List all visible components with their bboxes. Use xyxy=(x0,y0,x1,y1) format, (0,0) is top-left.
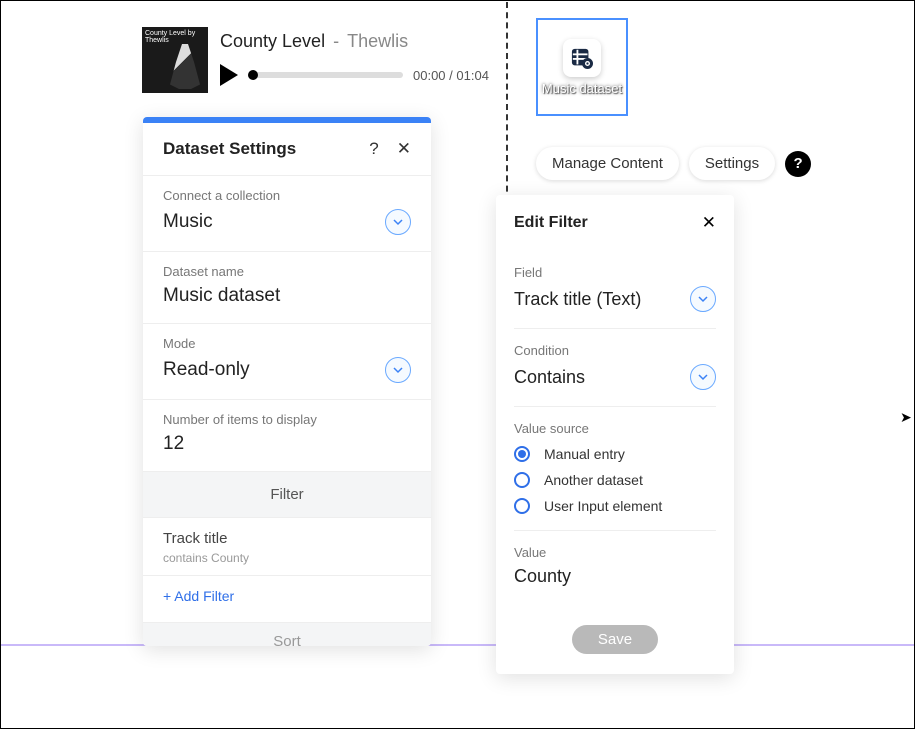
condition-value: Contains xyxy=(514,367,585,388)
items-count-input[interactable]: 12 xyxy=(163,433,411,455)
edit-filter-panel: Edit Filter ✕ Field Track title (Text) C… xyxy=(496,195,734,674)
mode-value: Read-only xyxy=(163,359,250,381)
settings-button[interactable]: Settings xyxy=(689,147,775,180)
chevron-down-icon[interactable] xyxy=(385,209,411,235)
mode-select[interactable]: Read-only xyxy=(163,357,411,383)
edit-filter-title: Edit Filter xyxy=(514,214,588,232)
connect-collection-label: Connect a collection xyxy=(163,188,411,203)
close-icon[interactable]: ✕ xyxy=(702,213,716,233)
toolbar: Manage Content Settings ? xyxy=(536,147,811,180)
radio-icon xyxy=(514,472,530,488)
album-art-figure xyxy=(170,44,200,89)
radio-label: Another dataset xyxy=(544,472,643,488)
dataset-name-input[interactable]: Music dataset xyxy=(163,285,411,307)
mode-label: Mode xyxy=(163,336,411,351)
manage-content-button[interactable]: Manage Content xyxy=(536,147,679,180)
filter-item[interactable]: Track title contains County xyxy=(143,517,431,575)
close-icon[interactable]: ✕ xyxy=(397,139,411,159)
value-label: Value xyxy=(514,545,716,560)
value-input[interactable]: County xyxy=(514,566,716,587)
track-artist: Thewlis xyxy=(347,31,408,52)
track-separator: - xyxy=(333,31,339,52)
connect-collection-select[interactable]: Music xyxy=(163,209,411,235)
chevron-down-icon[interactable] xyxy=(385,357,411,383)
connect-collection-value: Music xyxy=(163,211,213,233)
progress-bar[interactable] xyxy=(248,72,403,78)
chevron-down-icon[interactable] xyxy=(690,286,716,312)
value-source-label: Value source xyxy=(514,421,716,436)
panel-title: Dataset Settings xyxy=(163,139,296,159)
canvas-dataset-label: Music dataset xyxy=(542,81,622,96)
help-button[interactable]: ? xyxy=(785,151,811,177)
radio-icon xyxy=(514,446,530,462)
radio-label: Manual entry xyxy=(544,446,625,462)
filter-item-subtitle: contains County xyxy=(163,551,411,565)
chevron-down-icon[interactable] xyxy=(690,364,716,390)
sort-section-header: Sort xyxy=(143,622,431,646)
save-button[interactable]: Save xyxy=(572,625,658,654)
condition-select[interactable]: Contains xyxy=(514,364,716,390)
album-art-text: County Level by Thewlis xyxy=(145,30,195,44)
filter-section-header: Filter xyxy=(143,471,431,517)
items-count-label: Number of items to display xyxy=(163,412,411,427)
canvas-dataset-element[interactable]: Music dataset xyxy=(536,18,628,116)
time-display: 00:00 / 01:04 xyxy=(413,68,489,83)
help-icon[interactable]: ? xyxy=(369,139,378,159)
dataset-icon xyxy=(563,39,601,77)
radio-manual-entry[interactable]: Manual entry xyxy=(514,446,716,462)
track-title: County Level xyxy=(220,31,325,52)
dataset-name-label: Dataset name xyxy=(163,264,411,279)
field-select[interactable]: Track title (Text) xyxy=(514,286,716,312)
condition-label: Condition xyxy=(514,343,716,358)
filter-item-title: Track title xyxy=(163,530,411,547)
radio-user-input-element[interactable]: User Input element xyxy=(514,498,716,514)
field-label: Field xyxy=(514,265,716,280)
radio-another-dataset[interactable]: Another dataset xyxy=(514,472,716,488)
radio-label: User Input element xyxy=(544,498,662,514)
cursor-icon: ➤ xyxy=(900,409,912,426)
horizontal-rule xyxy=(1,644,914,646)
audio-player: County Level by Thewlis County Level - T… xyxy=(142,27,489,93)
add-filter-button[interactable]: + Add Filter xyxy=(143,575,431,622)
album-art: County Level by Thewlis xyxy=(142,27,208,93)
vertical-dashed-divider xyxy=(506,2,508,212)
play-icon[interactable] xyxy=(220,64,238,86)
radio-icon xyxy=(514,498,530,514)
field-value: Track title (Text) xyxy=(514,289,641,310)
dataset-settings-panel: Dataset Settings ? ✕ Connect a collectio… xyxy=(143,117,431,646)
